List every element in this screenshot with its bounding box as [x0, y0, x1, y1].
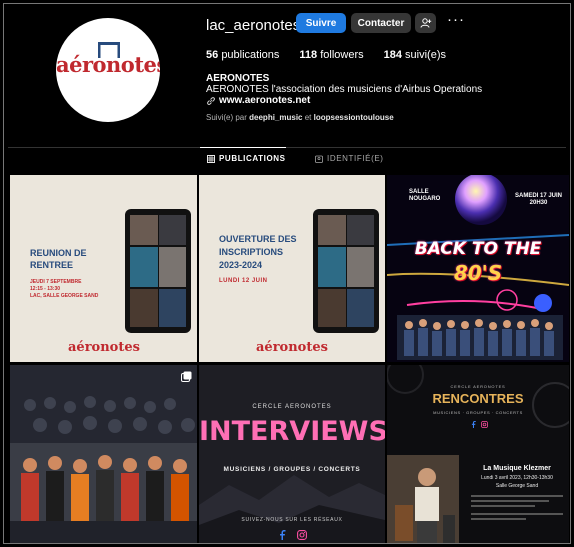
following-stat[interactable]: 184 suivi(e)s	[384, 49, 446, 61]
active-tab-indicator	[200, 147, 286, 148]
post-title: REUNION DE RENTREE	[30, 248, 87, 270]
facebook-icon	[280, 530, 286, 540]
post-footer: SUIVEZ-NOUS SUR LES RÉSEAUX	[241, 517, 343, 523]
post-back-to-the-80s[interactable]: SALLE NOUGARO SAMEDI 17 JUIN 20H30 BACK …	[387, 175, 569, 362]
carousel-icon	[181, 371, 192, 382]
follow-button[interactable]: Suivre	[296, 13, 346, 33]
link-icon	[207, 96, 215, 105]
aeronotes-logo: aéronotes	[256, 340, 328, 355]
profile-username: lac_aeronotes	[206, 17, 301, 34]
event-description-lines	[471, 495, 563, 520]
profile-stats: 56 publications 118 followers 184 suivi(…	[206, 49, 466, 61]
post-reunion-de-rentree[interactable]: REUNION DE RENTREE JEUDI 7 SEPTEMBRE 12:…	[10, 175, 197, 362]
add-user-icon	[420, 18, 431, 28]
more-options-icon[interactable]: ···	[447, 11, 465, 28]
post-date: JEUDI 7 SEPTEMBRE 12:15 - 13:30 LAC, SAL…	[30, 279, 99, 299]
post-title: BACK TO THE 80'S	[414, 239, 542, 285]
instagram-icon	[481, 421, 488, 428]
tab-tagged[interactable]: IDENTIFIÉ(E)	[315, 154, 384, 163]
post-subtitle: MUSICIENS / GROUPES / CONCERTS	[223, 466, 361, 473]
post-title: OUVERTURE DES INSCRIPTIONS 2023-2024	[219, 234, 297, 270]
post-date: LUNDI 12 JUIN	[219, 278, 268, 284]
avatar-logo-text: aéronotes	[56, 52, 160, 77]
tabs-divider	[8, 147, 566, 148]
instagram-icon	[297, 530, 307, 540]
instagram-profile: aéronotes lac_aeronotes Suivre Contacter…	[3, 3, 571, 544]
bio-description: AERONOTES l'association des musiciens d'…	[206, 84, 483, 95]
tablet-image	[125, 209, 191, 333]
bio-name: AERONOTES	[206, 73, 270, 84]
tab-publications[interactable]: PUBLICATIONS	[207, 154, 286, 163]
post-interviews[interactable]: CERCLE AERONOTES INTERVIEWS MUSICIENS / …	[199, 365, 385, 543]
post-concert-photo[interactable]	[10, 365, 197, 543]
post-kicker: CERCLE AERONOTES	[252, 404, 332, 410]
event-place: Salle George Sand	[495, 483, 539, 489]
post-title: INTERVIEWS	[199, 416, 385, 447]
tablet-image	[313, 209, 379, 333]
followed-by[interactable]: Suivi(e) par deephi_music et loopsession…	[206, 113, 394, 122]
facebook-icon	[471, 421, 476, 428]
followers-stat[interactable]: 118 followers	[299, 49, 363, 61]
bio-link[interactable]: www.aeronotes.net	[206, 95, 310, 106]
post-ouverture-inscriptions[interactable]: OUVERTURE DES INSCRIPTIONS 2023-2024 LUN…	[199, 175, 385, 362]
profile-avatar[interactable]: aéronotes	[56, 18, 160, 122]
concert-photo	[10, 365, 197, 543]
suggested-users-button[interactable]	[415, 13, 436, 33]
tagged-user-icon	[315, 155, 323, 163]
grid-icon	[207, 154, 215, 163]
post-date: SAMEDI 17 JUIN 20H30	[515, 193, 563, 206]
post-subtitle: MUSICIENS · GROUPES · CONCERTS	[433, 410, 523, 415]
post-kicker: CERCLE AERONOTES	[450, 384, 506, 389]
event-title: La Musique Klezmer	[483, 465, 551, 472]
aeronotes-logo: aéronotes	[68, 340, 140, 355]
contact-button[interactable]: Contacter	[351, 13, 411, 33]
post-rencontres[interactable]: CERCLE AERONOTES RENCONTRES MUSICIENS · …	[387, 365, 569, 543]
post-title: RENCONTRES	[432, 391, 524, 406]
event-date: Lundi 3 avril 2023, 12h30-13h30	[481, 475, 553, 481]
publications-stat: 56 publications	[206, 49, 280, 61]
post-venue: SALLE NOUGARO	[409, 189, 441, 202]
